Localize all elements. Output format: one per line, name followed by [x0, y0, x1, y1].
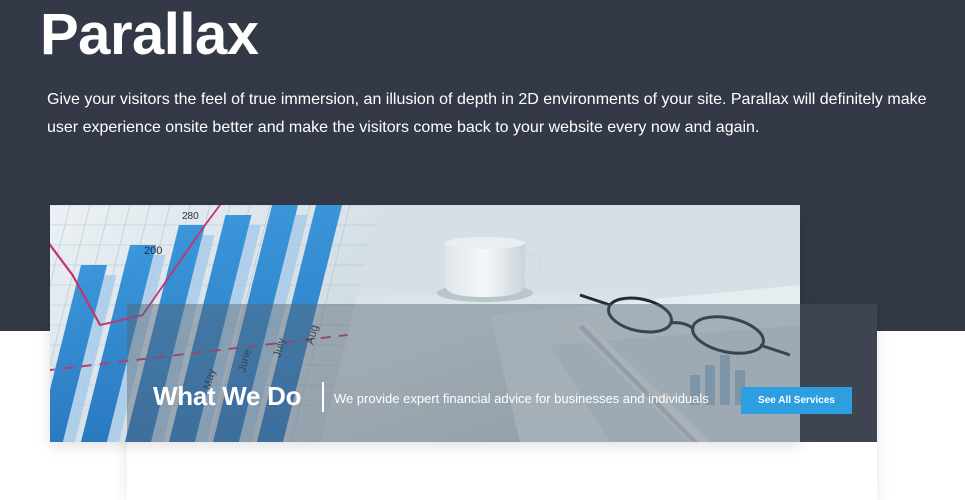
- section-title: What We Do: [153, 381, 302, 411]
- chart-label-280: 280: [182, 211, 199, 222]
- hero-description: Give your visitors the feel of true imme…: [47, 91, 927, 136]
- see-all-services-button[interactable]: See All Services: [741, 387, 852, 414]
- hero-title: Parallax: [40, 2, 259, 67]
- coffee-cup-icon: [437, 237, 543, 302]
- strip-extension: [800, 304, 877, 442]
- chart-label-200: 200: [144, 245, 162, 257]
- wall-bg: [330, 205, 800, 295]
- feature-strip: What We Do We provide expert financial a…: [127, 304, 877, 442]
- title-divider: [322, 382, 324, 412]
- section-subtitle: We provide expert financial advice for b…: [334, 391, 709, 406]
